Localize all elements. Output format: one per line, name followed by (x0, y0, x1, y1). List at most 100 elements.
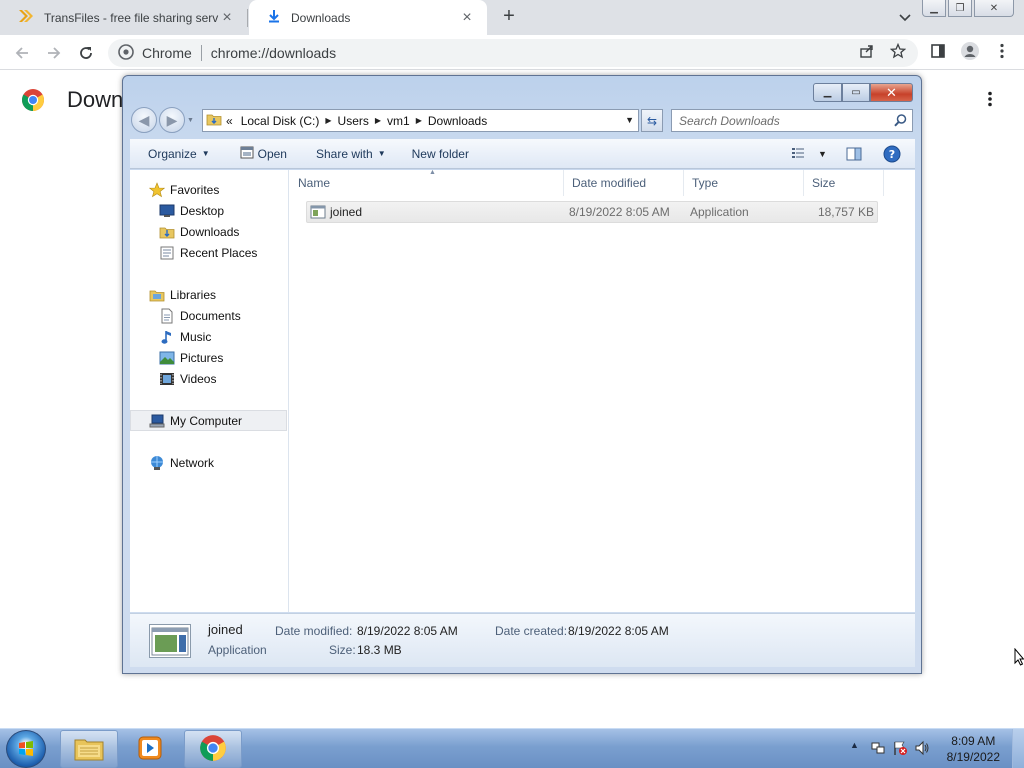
chevron-down-icon[interactable]: ▼ (818, 149, 827, 159)
tab-transfiles[interactable]: TransFiles - free file sharing service × (0, 0, 247, 35)
minimize-button[interactable]: ▁ (922, 0, 946, 17)
minimize-button[interactable]: ▁ (813, 83, 842, 102)
chrome-logo-icon (21, 88, 45, 115)
recent-pages-dropdown-icon[interactable]: ▼ (187, 117, 194, 124)
star-icon[interactable] (888, 41, 908, 61)
documents-icon (159, 308, 175, 324)
nav-my-computer[interactable]: My Computer (130, 410, 287, 431)
breadcrumb-downloads[interactable]: Downloads (428, 114, 487, 128)
application-icon (310, 205, 326, 222)
share-with-label: Share with (315, 146, 373, 161)
start-button[interactable] (6, 730, 46, 768)
close-tab-icon[interactable]: × (219, 9, 235, 26)
details-date-modified: 8/19/2022 8:05 AM (357, 624, 458, 638)
restore-button[interactable]: ❐ (948, 0, 972, 17)
command-bar: Organize ▼ Open Share with ▼ New folder ▼ … (130, 139, 915, 169)
nav-favorites[interactable]: Favorites (149, 179, 219, 200)
reload-icon[interactable] (76, 43, 96, 63)
nav-network[interactable]: Network (149, 452, 214, 473)
breadcrumb-separator-icon[interactable]: ▶ (325, 116, 331, 125)
file-type: Application (690, 205, 749, 219)
share-with-button[interactable]: Share with ▼ (316, 147, 386, 161)
column-header-date-modified[interactable]: Date modified (564, 170, 684, 196)
taskbar-chrome-button[interactable] (184, 730, 242, 768)
search-icon[interactable] (894, 114, 907, 130)
maximize-button[interactable]: ▭ (842, 83, 870, 102)
change-view-button[interactable]: ▼ (792, 145, 827, 163)
nav-label: Libraries (170, 287, 217, 302)
nav-libraries[interactable]: Libraries (149, 284, 216, 305)
column-label: Size (812, 176, 836, 190)
share-icon[interactable] (857, 41, 877, 61)
close-button[interactable]: ✕ (870, 83, 913, 102)
column-header-size[interactable]: Size (804, 170, 884, 196)
file-size: 18,757 KB (817, 205, 874, 219)
explorer-nav-buttons: ◀ ▶ ▼ (131, 107, 194, 133)
search-input[interactable]: Search Downloads (671, 109, 913, 132)
address-bar[interactable]: Chrome chrome://downloads (108, 39, 918, 67)
new-tab-button[interactable]: + (498, 6, 520, 28)
refresh-button[interactable]: ⇆ (641, 109, 663, 132)
new-folder-button[interactable]: New folder (412, 147, 469, 161)
action-center-flag-icon[interactable] (892, 740, 908, 759)
column-header-type[interactable]: Type (684, 170, 804, 196)
open-button[interactable]: Open (240, 146, 287, 162)
column-label: Date modified (572, 176, 647, 190)
column-header-name[interactable]: Name ▲ (290, 169, 564, 196)
nav-videos[interactable]: Videos (159, 368, 216, 389)
forward-arrow-icon[interactable] (44, 43, 64, 63)
taskbar-media-player-button[interactable] (122, 730, 178, 768)
details-pane: joined Application Date modified: 8/19/2… (130, 613, 915, 667)
organize-button[interactable]: Organize ▼ (148, 147, 210, 161)
nav-desktop[interactable]: Desktop (159, 200, 224, 221)
nav-documents[interactable]: Documents (159, 305, 241, 326)
clock[interactable]: 8:09 AM 8/19/2022 (947, 733, 1000, 765)
nav-recent-places[interactable]: Recent Places (159, 242, 257, 263)
breadcrumb-local-disk[interactable]: Local Disk (C:) (241, 114, 320, 128)
chevron-down-icon[interactable] (897, 9, 913, 25)
volume-icon[interactable] (914, 740, 930, 759)
tab-downloads[interactable]: Downloads × (249, 0, 487, 35)
breadcrumb-separator-icon[interactable]: ▶ (416, 116, 422, 125)
more-menu-icon[interactable] (992, 41, 1012, 61)
nav-label: Documents (180, 308, 241, 323)
breadcrumb-users[interactable]: Users (338, 114, 369, 128)
url-text[interactable]: chrome://downloads (211, 45, 336, 61)
column-label: Type (692, 176, 719, 190)
tab-title: Downloads (291, 10, 351, 25)
show-hidden-icons-icon[interactable]: ▲ (850, 740, 859, 750)
breadcrumb-overflow[interactable]: « (226, 114, 233, 128)
nav-label: Recent Places (180, 245, 258, 260)
profile-avatar-icon[interactable] (960, 41, 980, 61)
more-actions-icon[interactable] (980, 91, 1000, 111)
forward-button[interactable]: ▶ (159, 107, 185, 133)
preview-pane-icon[interactable] (846, 145, 862, 163)
breadcrumb-separator-icon[interactable]: ▶ (375, 116, 381, 125)
back-arrow-icon[interactable] (12, 43, 32, 63)
taskbar-explorer-button[interactable] (60, 730, 118, 768)
explorer-address-bar[interactable]: « Local Disk (C:) ▶ Users ▶ vm1 ▶ Downlo… (202, 109, 639, 132)
network-status-icon[interactable] (870, 740, 886, 759)
nav-label: My Computer (170, 413, 243, 428)
nav-music[interactable]: Music (159, 326, 211, 347)
address-dropdown-icon[interactable]: ▼ (625, 115, 634, 125)
nav-downloads[interactable]: Downloads (159, 221, 239, 242)
tab-divider (247, 9, 248, 27)
tab-title: TransFiles - free file sharing service (44, 10, 219, 25)
nav-pictures[interactable]: Pictures (159, 347, 223, 368)
music-note-icon (159, 329, 175, 345)
details-file-type: Application (208, 643, 267, 657)
back-button[interactable]: ◀ (131, 107, 157, 133)
close-window-button[interactable]: ✕ (974, 0, 1014, 17)
close-tab-icon[interactable]: × (459, 9, 475, 26)
help-icon[interactable]: ? (883, 145, 901, 163)
clock-time: 8:09 AM (951, 734, 996, 748)
table-row[interactable]: joined 8/19/2022 8:05 AM Application 18,… (306, 201, 878, 223)
nav-label: Downloads (180, 224, 240, 239)
new-folder-label: New folder (411, 146, 469, 161)
show-desktop-button[interactable] (1012, 729, 1024, 768)
details-file-name: joined (208, 622, 243, 637)
breadcrumb-vm1[interactable]: vm1 (387, 114, 410, 128)
side-panel-icon[interactable] (928, 41, 948, 61)
chrome-logo-icon (199, 734, 227, 765)
